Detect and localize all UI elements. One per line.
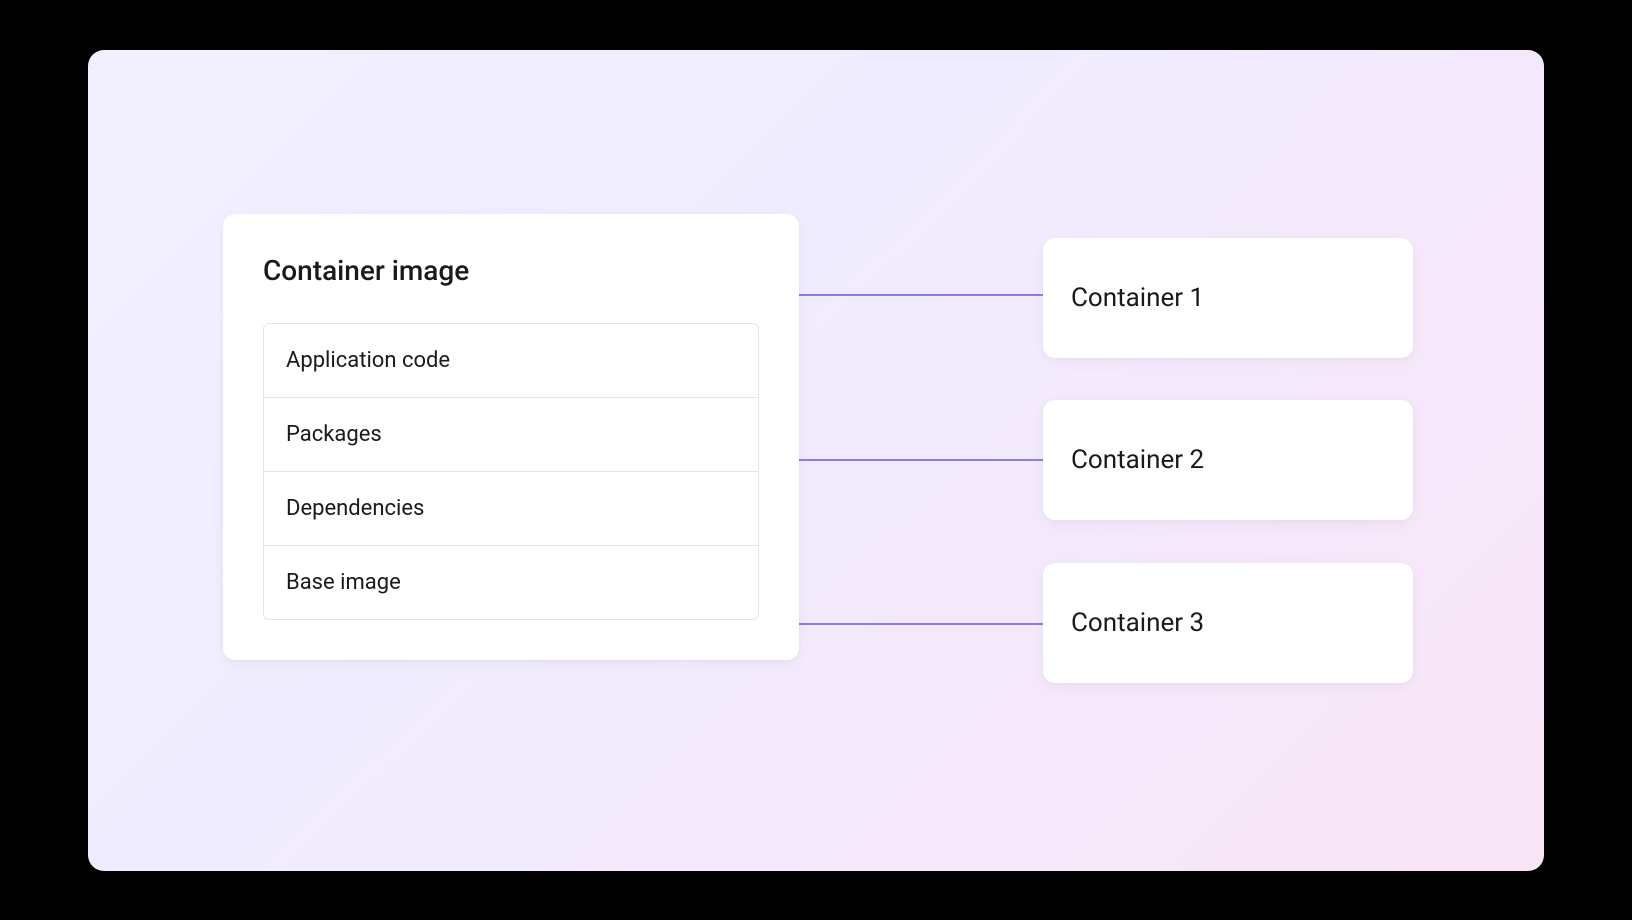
container-instance-card: Container 2 — [1043, 400, 1413, 520]
layer-item: Application code — [264, 324, 758, 398]
diagram-canvas: Container image Application code Package… — [88, 50, 1544, 871]
container-instance-card: Container 1 — [1043, 238, 1413, 358]
container-image-card: Container image Application code Package… — [223, 214, 799, 660]
layer-stack: Application code Packages Dependencies B… — [263, 323, 759, 620]
container-instance-card: Container 3 — [1043, 563, 1413, 683]
layer-item: Packages — [264, 398, 758, 472]
container-label: Container 3 — [1071, 608, 1204, 638]
container-label: Container 2 — [1071, 445, 1204, 475]
layer-item: Dependencies — [264, 472, 758, 546]
container-label: Container 1 — [1071, 283, 1204, 313]
layer-item: Base image — [264, 546, 758, 619]
container-image-title: Container image — [263, 254, 759, 287]
